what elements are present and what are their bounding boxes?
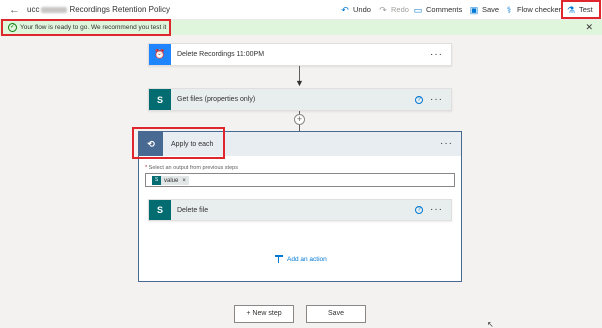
- step-delete-file[interactable]: S Delete file ? ···: [148, 199, 452, 221]
- flow-checker-button[interactable]: ⚕ Flow checker: [504, 3, 562, 17]
- new-step-button[interactable]: + New step: [234, 305, 294, 323]
- info-icon[interactable]: ?: [415, 206, 423, 214]
- flow-checker-label: Flow checker: [517, 5, 562, 14]
- comments-label: Comments: [426, 5, 463, 14]
- redo-icon: ↷: [379, 5, 387, 15]
- select-output-text: Select an output from previous steps: [148, 165, 238, 171]
- add-action-label: Add an action: [287, 255, 327, 263]
- save-top-label: Save: [482, 5, 500, 14]
- step-trigger[interactable]: ⏰ Delete Recordings 11:00PM ···: [148, 43, 452, 66]
- add-action-icon: [275, 255, 283, 263]
- sharepoint-icon: S: [149, 89, 171, 110]
- alarm-clock-icon: ⏰: [149, 44, 171, 65]
- flow-designer: ← ucc Recordings Retention Policy ↶ Undo …: [0, 0, 602, 328]
- step-get-files-label: Get files (properties only): [177, 96, 256, 103]
- select-output-input[interactable]: S value ×: [145, 173, 455, 187]
- comments-button[interactable]: ▭ Comments: [413, 3, 463, 17]
- select-output-label: * Select an output from previous steps: [145, 165, 238, 171]
- mouse-cursor-icon: ↖: [487, 320, 494, 328]
- flow-title-prefix: ucc: [27, 5, 40, 14]
- highlight-test-button: [561, 0, 601, 19]
- save-bottom-button[interactable]: Save: [306, 305, 366, 323]
- step-get-files[interactable]: S Get files (properties only) ? ···: [148, 88, 452, 111]
- more-options-icon[interactable]: ···: [430, 205, 443, 215]
- token-label: value: [164, 177, 179, 184]
- back-arrow-icon[interactable]: ←: [9, 4, 20, 16]
- undo-button[interactable]: ↶ Undo: [340, 3, 371, 17]
- more-options-icon[interactable]: ···: [430, 94, 443, 105]
- flow-title: ucc Recordings Retention Policy: [27, 4, 170, 16]
- highlight-apply-to-each: [132, 127, 225, 159]
- more-options-icon[interactable]: ···: [440, 139, 453, 149]
- arrow-down-icon: ▼: [295, 78, 304, 88]
- comment-icon: ▭: [413, 5, 423, 15]
- step-delete-file-label: Delete file: [177, 206, 209, 214]
- sharepoint-icon: S: [152, 176, 161, 185]
- insert-step-icon[interactable]: +: [294, 114, 305, 125]
- save-icon: ▣: [469, 5, 479, 15]
- save-top-button[interactable]: ▣ Save: [469, 3, 499, 17]
- redo-label: Redo: [391, 5, 409, 14]
- required-mark: *: [145, 165, 148, 171]
- highlight-banner: [1, 19, 171, 36]
- remove-token-icon[interactable]: ×: [182, 178, 186, 184]
- more-options-icon[interactable]: ···: [430, 49, 443, 60]
- step-get-files-header: S Get files (properties only): [149, 89, 451, 110]
- redacted-name: [41, 6, 68, 13]
- redo-button[interactable]: ↷ Redo: [378, 3, 409, 17]
- value-token[interactable]: S value ×: [152, 176, 189, 185]
- info-icon[interactable]: ?: [415, 95, 423, 104]
- add-action-link[interactable]: Add an action: [275, 255, 327, 263]
- flow-title-suffix: Recordings Retention Policy: [69, 5, 170, 14]
- undo-label: Undo: [353, 5, 371, 14]
- close-icon[interactable]: ✕: [585, 22, 593, 32]
- sharepoint-icon: S: [149, 200, 171, 220]
- command-bar: ← ucc Recordings Retention Policy ↶ Undo …: [0, 0, 602, 20]
- step-trigger-header: ⏰ Delete Recordings 11:00PM: [149, 44, 451, 65]
- undo-icon: ↶: [341, 5, 349, 15]
- stethoscope-icon: ⚕: [506, 5, 512, 15]
- step-trigger-label: Delete Recordings 11:00PM: [177, 51, 265, 58]
- step-delete-file-header: S Delete file: [149, 200, 451, 220]
